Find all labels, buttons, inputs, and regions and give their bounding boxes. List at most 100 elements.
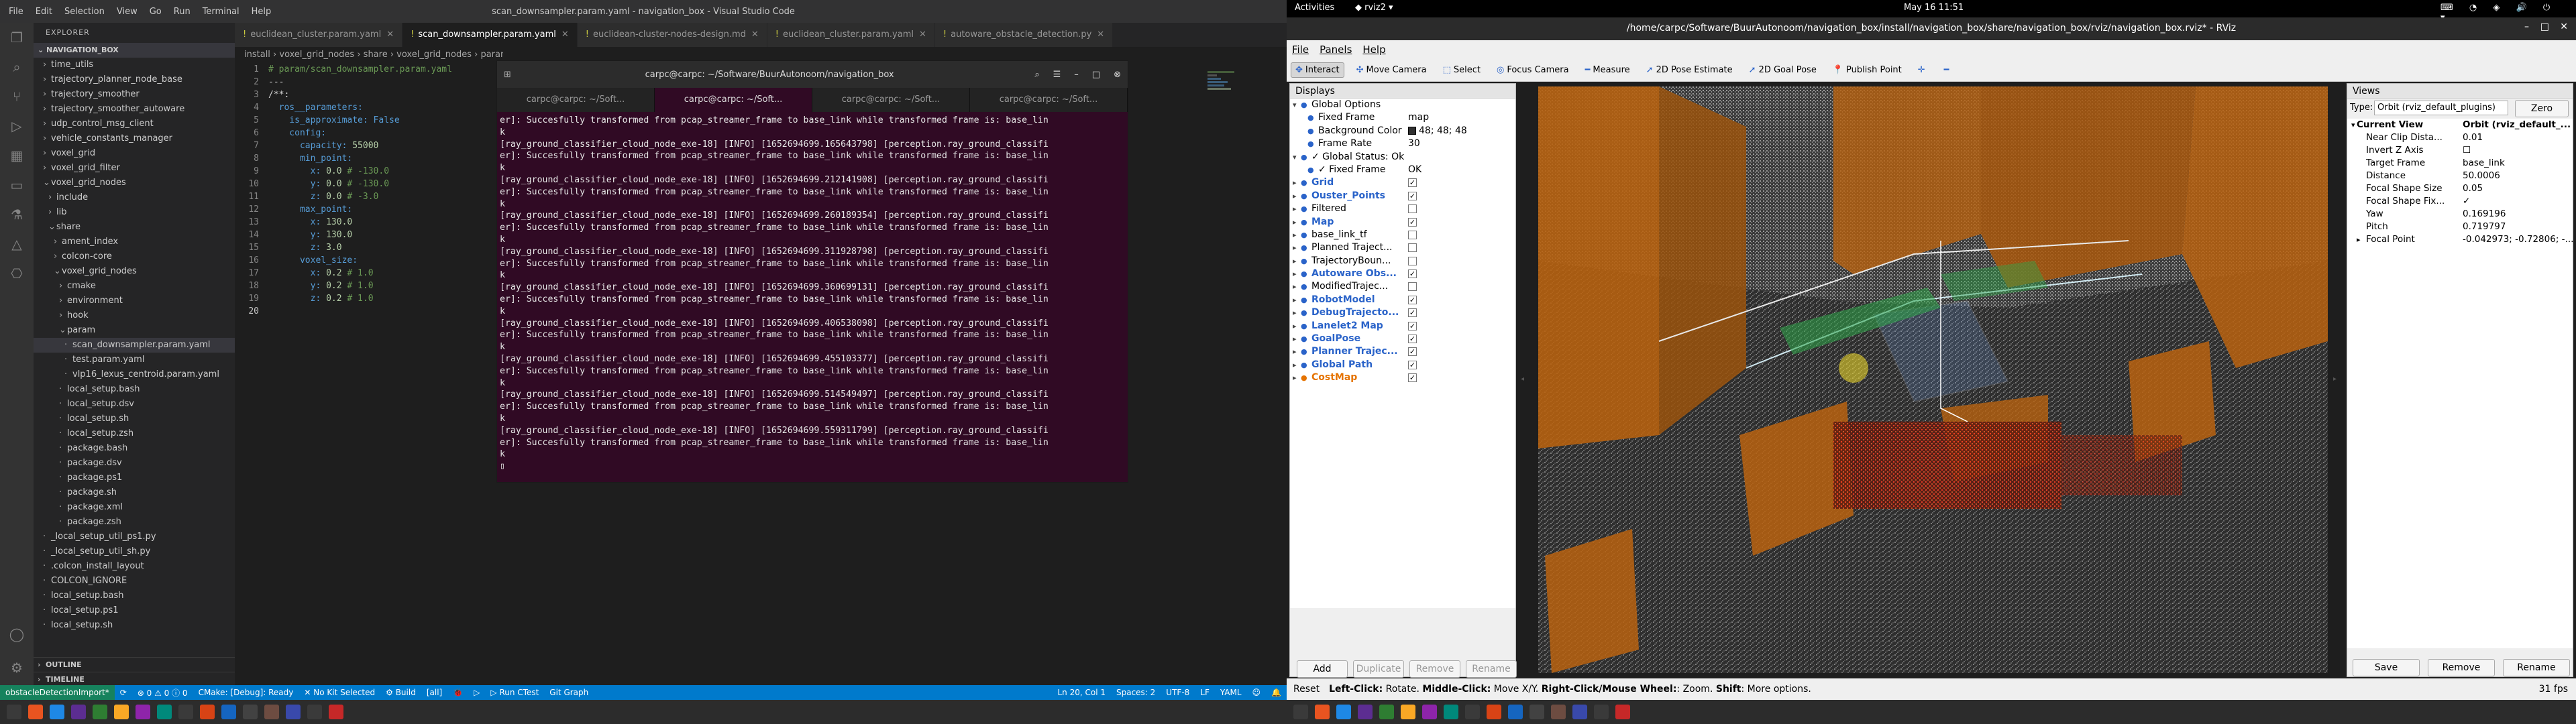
display-row[interactable]: ▸ ● TrajectoryBoun... xyxy=(1290,255,1515,267)
tree-item[interactable]: · package.dsv xyxy=(34,456,235,471)
tool-extra-9[interactable]: ━ xyxy=(1940,63,1956,77)
save-view-button[interactable]: Save xyxy=(2353,659,2420,676)
account-icon[interactable]: ◯ xyxy=(0,619,34,649)
taskbar-app-icon[interactable] xyxy=(1358,705,1373,719)
close-tab-icon[interactable]: ✕ xyxy=(386,29,394,40)
taskbar-app-icon[interactable] xyxy=(1422,705,1437,719)
display-checkbox[interactable]: ✓ xyxy=(1408,335,1417,344)
display-checkbox[interactable]: ✓ xyxy=(1408,191,1417,200)
tree-item[interactable]: › time_utils xyxy=(34,58,235,72)
notifications-icon[interactable]: 🔔 xyxy=(1271,688,1281,697)
chevron-right-icon[interactable]: ▸ xyxy=(1293,294,1297,306)
tree-item[interactable]: › hook xyxy=(34,308,235,323)
taskbar-app-icon[interactable] xyxy=(50,705,64,719)
display-checkbox[interactable] xyxy=(1408,243,1417,253)
add-display-button[interactable]: Add xyxy=(1297,660,1348,678)
tree-item[interactable]: · local_setup.dsv xyxy=(34,397,235,412)
taskbar-app-icon[interactable] xyxy=(157,705,172,719)
tree-item[interactable]: · package.zsh xyxy=(34,515,235,530)
app-menu[interactable]: ◆ rviz2 ▾ xyxy=(1355,3,1393,13)
tool-interact[interactable]: ✥ Interact xyxy=(1291,62,1344,78)
taskbar-app-icon[interactable] xyxy=(1444,705,1458,719)
display-row[interactable]: ▸ ● Planner Trajec... ✓ xyxy=(1290,345,1515,358)
tree-item[interactable]: ⌄share xyxy=(34,220,235,235)
chevron-right-icon[interactable]: ▸ xyxy=(1293,371,1297,384)
editor-tab[interactable]: ! scan_downsampler.param.yaml ✕ xyxy=(402,23,578,47)
menu-selection[interactable]: Selection xyxy=(64,7,105,17)
chevron-down-icon[interactable]: ▾ xyxy=(1293,151,1297,164)
display-checkbox[interactable]: ✓ xyxy=(1408,217,1417,227)
view-property-row[interactable]: Focal Shape Fix... ✓ xyxy=(2347,195,2573,208)
tree-item[interactable]: · package.ps1 xyxy=(34,471,235,485)
tree-item[interactable]: · local_setup.sh xyxy=(34,412,235,426)
display-checkbox[interactable]: ✓ xyxy=(1408,178,1417,188)
tree-item[interactable]: › ament_index xyxy=(34,235,235,249)
tool-2d-pose-estimate[interactable]: ➚ 2D Pose Estimate xyxy=(1642,63,1737,77)
timeline-section[interactable]: › TIMELINE xyxy=(34,672,235,686)
tree-item[interactable]: › trajectory_smoother_autoware xyxy=(34,102,235,117)
new-tab-icon[interactable]: ⊞ xyxy=(504,70,511,80)
run-ctest-button[interactable]: ▷ Run CTest xyxy=(490,688,539,697)
chevron-right-icon[interactable]: ▸ xyxy=(1293,241,1297,254)
taskbar-app-icon[interactable] xyxy=(71,705,86,719)
views-collapse-handle[interactable]: ▸ xyxy=(2333,375,2337,383)
taskbar-app-icon[interactable] xyxy=(1615,705,1630,719)
tree-item[interactable]: › trajectory_smoother xyxy=(34,87,235,102)
3d-viewport[interactable] xyxy=(1538,86,2328,673)
display-row[interactable]: ▸ ● Planned Traject... xyxy=(1290,241,1515,254)
clock[interactable]: May 16 11:51 xyxy=(1904,3,1964,13)
duplicate-display-button[interactable]: Duplicate xyxy=(1353,660,1404,678)
display-checkbox[interactable]: ✓ xyxy=(1408,269,1417,279)
tool-2d-goal-pose[interactable]: ➚ 2D Goal Pose xyxy=(1745,63,1821,77)
taskbar-app-icon[interactable] xyxy=(264,705,279,719)
cursor-position[interactable]: Ln 20, Col 1 xyxy=(1057,688,1106,697)
taskbar-app-icon[interactable] xyxy=(243,705,258,719)
close-tab-icon[interactable]: ✕ xyxy=(561,29,569,40)
tree-item[interactable]: · _local_setup_util_sh.py xyxy=(34,544,235,559)
tool-select[interactable]: ⬚ Select xyxy=(1439,63,1485,77)
editor-tab[interactable]: ! autoware_obstacle_detection.py ✕ xyxy=(934,23,1114,47)
display-row[interactable]: ▸ ● Filtered xyxy=(1290,202,1515,215)
feedback-icon[interactable]: ☺ xyxy=(1252,688,1261,697)
debug-icon[interactable]: 🐞 xyxy=(453,688,463,697)
taskbar-app-icon[interactable] xyxy=(1572,705,1587,719)
reset-button[interactable]: Reset xyxy=(1293,684,1320,695)
remote-explorer-icon[interactable]: ▭ xyxy=(0,170,34,200)
taskbar-app-icon[interactable] xyxy=(1529,705,1544,719)
view-property-row[interactable]: Pitch 0.719797 xyxy=(2347,221,2573,233)
display-row[interactable]: ● ✓ Fixed Frame OK xyxy=(1290,164,1515,176)
taskbar-app-icon[interactable] xyxy=(286,705,301,719)
terminal-tab[interactable]: carpc@carpc: ~/Soft... xyxy=(497,88,655,112)
explorer-icon[interactable]: ❐ xyxy=(0,23,34,52)
close-tab-icon[interactable]: ✕ xyxy=(751,29,759,40)
tree-item[interactable]: › voxel_grid xyxy=(34,146,235,161)
display-checkbox[interactable]: ✓ xyxy=(1408,360,1417,369)
terminal-tab[interactable]: carpc@carpc: ~/Soft... xyxy=(970,88,1128,112)
chevron-right-icon[interactable]: ▸ xyxy=(1293,255,1297,267)
activities-button[interactable]: Activities xyxy=(1295,3,1334,13)
close-tab-icon[interactable]: ✕ xyxy=(919,29,926,40)
taskbar-app-icon[interactable] xyxy=(1508,705,1523,719)
rviz-minimize-icon[interactable]: – xyxy=(2524,21,2529,32)
tree-item[interactable]: › environment xyxy=(34,294,235,308)
tree-item[interactable]: · local_setup.bash xyxy=(34,589,235,603)
display-row[interactable]: ● Fixed Frame map xyxy=(1290,111,1515,124)
display-row[interactable]: ● Background Color 48; 48; 48 xyxy=(1290,125,1515,137)
tree-item[interactable]: › lib xyxy=(34,205,235,220)
rename-view-button[interactable]: Rename xyxy=(2503,659,2570,676)
menu-terminal[interactable]: Terminal xyxy=(203,7,239,17)
view-property-row[interactable]: Invert Z Axis ☐ xyxy=(2347,144,2573,157)
taskbar-app-icon[interactable] xyxy=(28,705,43,719)
minimize-icon[interactable]: – xyxy=(1074,70,1079,80)
taskbar-app-icon[interactable] xyxy=(136,705,150,719)
run-icon[interactable]: ▷ xyxy=(474,688,480,697)
taskbar-app-icon[interactable] xyxy=(1293,705,1308,719)
editor-tab[interactable]: ! euclidean-cluster-nodes-design.md ✕ xyxy=(577,23,767,47)
view-property-row[interactable]: Target Frame base_link xyxy=(2347,157,2573,170)
view-property-row[interactable]: Focal Shape Size 0.05 xyxy=(2347,182,2573,195)
encoding[interactable]: UTF-8 xyxy=(1166,688,1189,697)
taskbar-app-icon[interactable] xyxy=(1315,705,1330,719)
search-icon[interactable]: ⌕ xyxy=(0,52,34,82)
terminal-tab[interactable]: carpc@carpc: ~/Soft... xyxy=(655,88,812,112)
outline-section[interactable]: › OUTLINE xyxy=(34,657,235,672)
